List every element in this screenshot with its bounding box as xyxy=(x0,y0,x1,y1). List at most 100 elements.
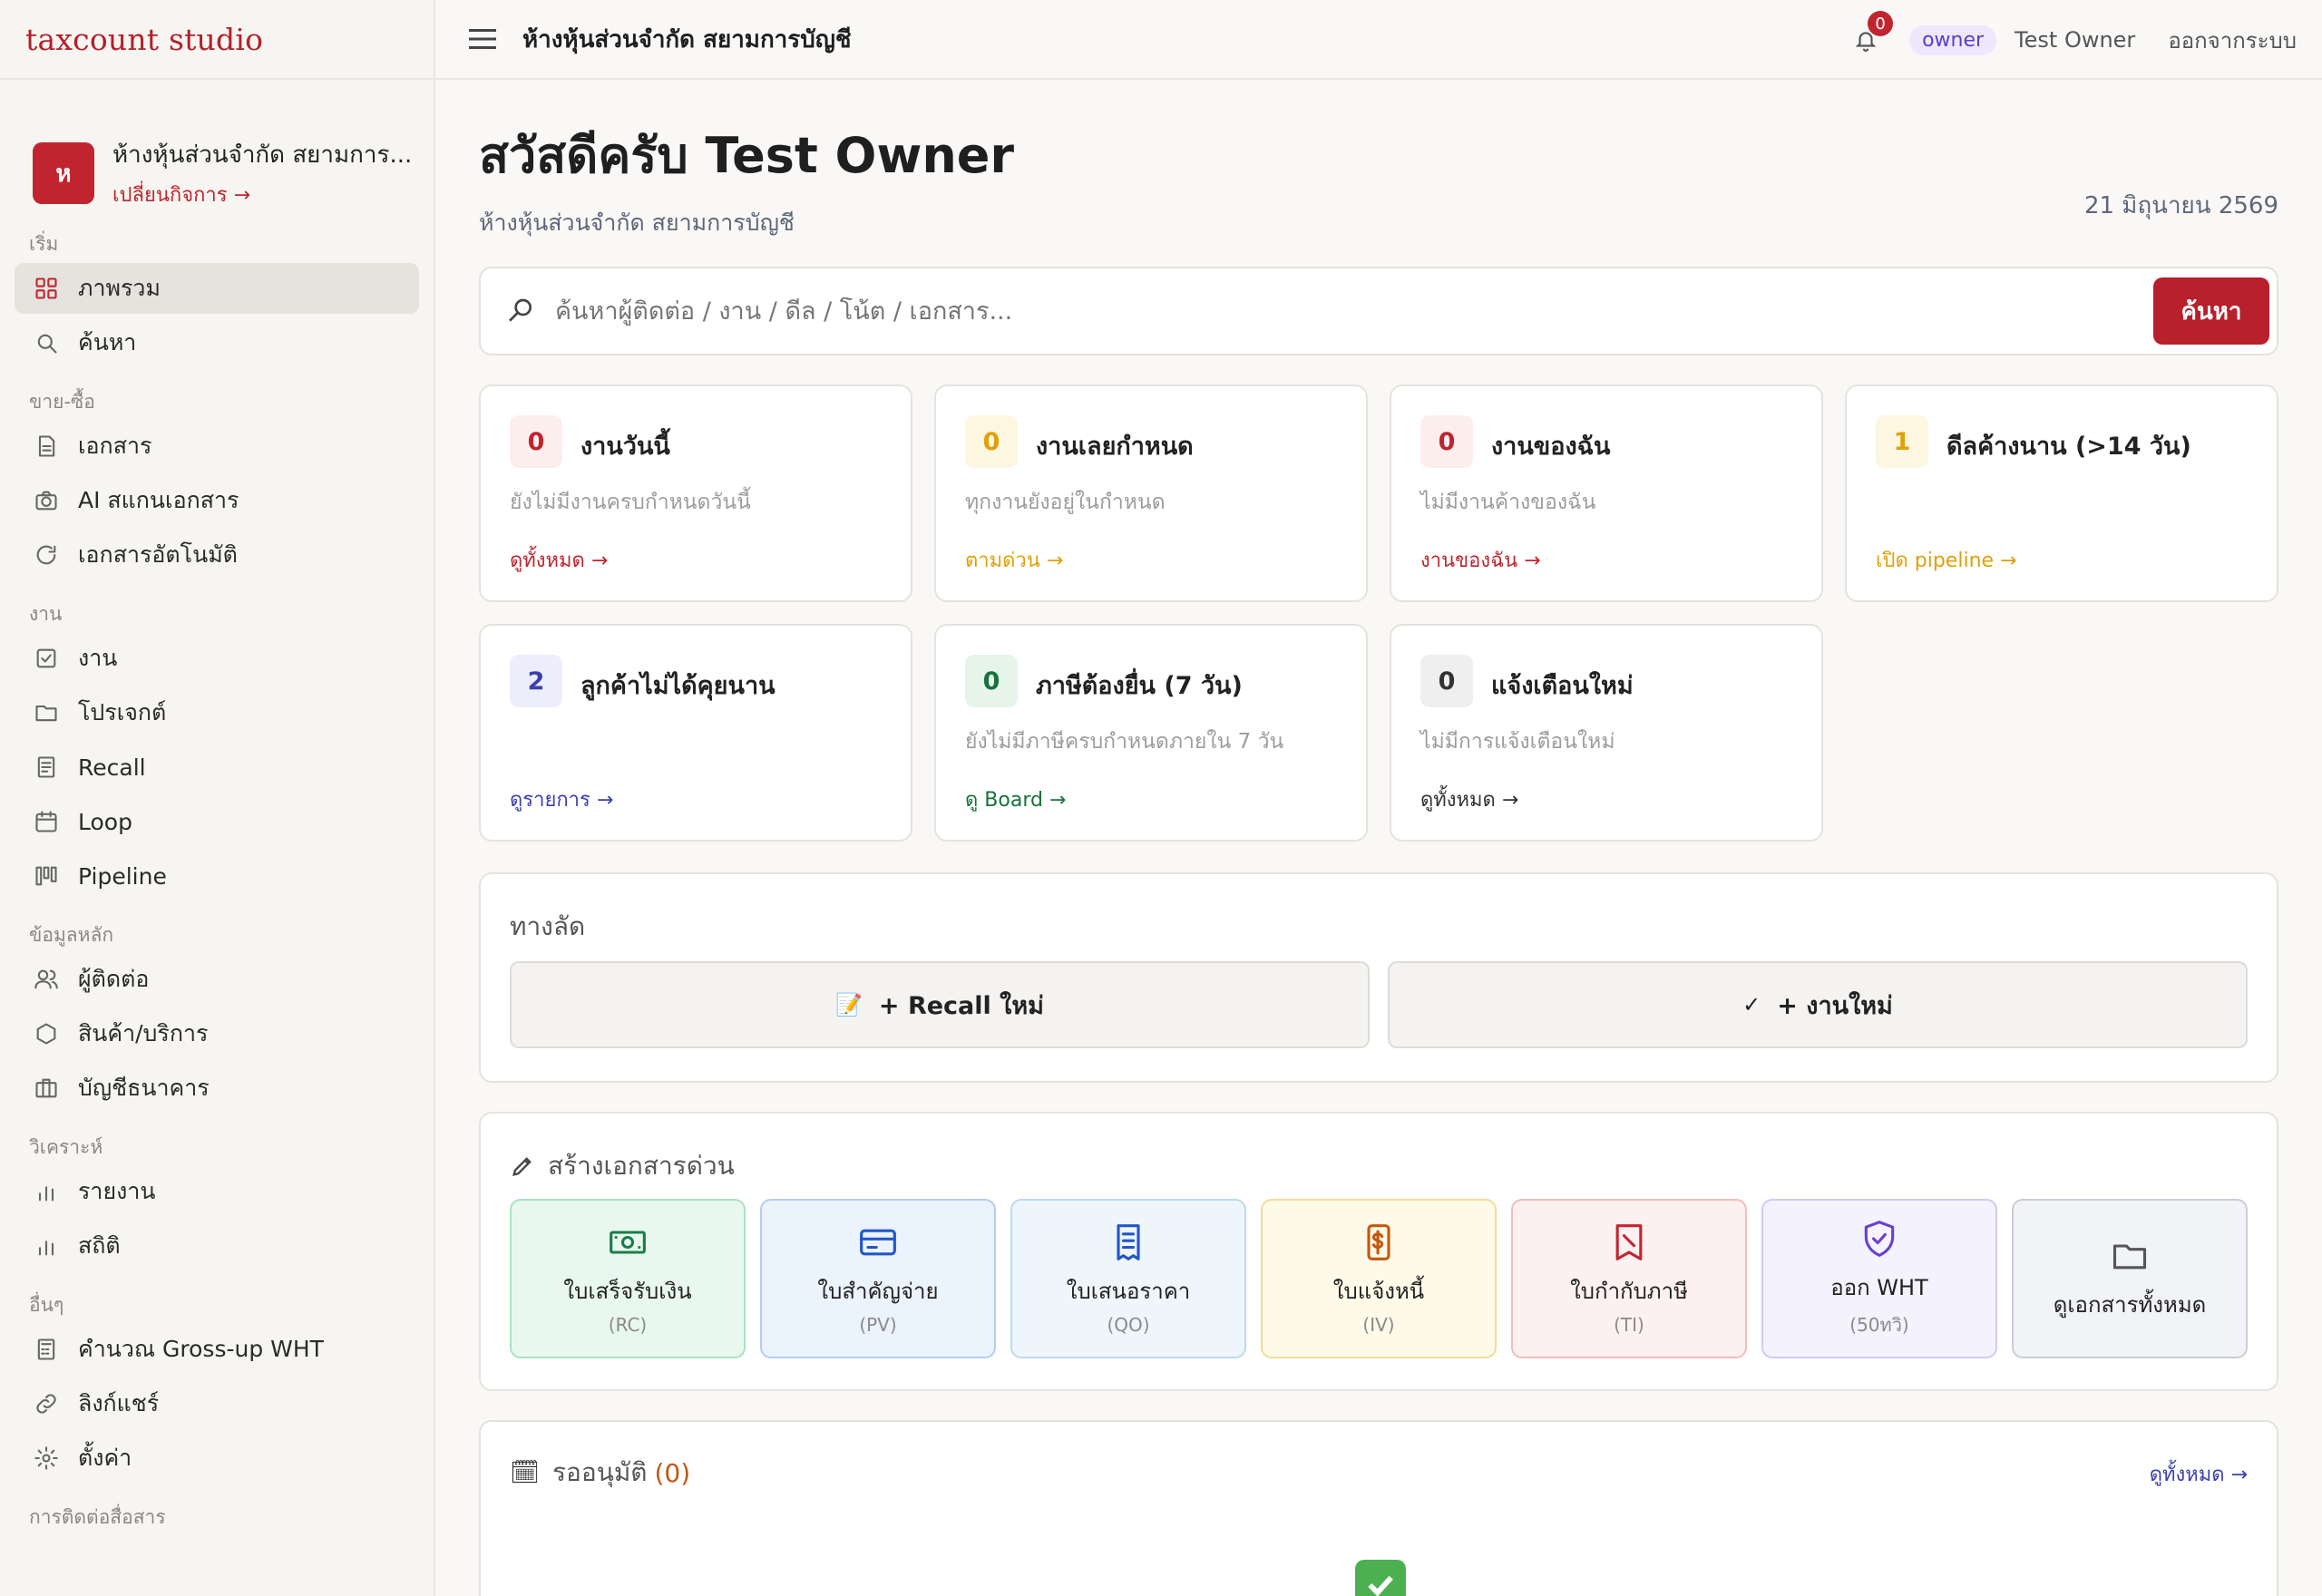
stat-cards: 0 งานวันนี้ยังไม่มีงานครบกำหนดวันนี้ดูทั้… xyxy=(479,384,2278,843)
approvals-panel: 🗓 รออนุมัติ (0) ดูทั้งหมด → xyxy=(479,1420,2278,1596)
quick-doc-label: ดูเอกสารทั้งหมด xyxy=(2053,1291,2207,1318)
sidebar-item-0-1[interactable]: ค้นหา xyxy=(15,317,419,368)
folder-icon xyxy=(2112,1243,2147,1269)
sidebar-item-label: โปรเจกต์ xyxy=(78,699,167,725)
sidebar-item-5-1[interactable]: ลิงก์แชร์ xyxy=(15,1378,419,1429)
stat-title: งานเลยกำหนด xyxy=(1036,433,1194,461)
credit-card-icon xyxy=(860,1229,896,1255)
stat-card: 1 ดีลค้างนาน (>14 วัน) เปิด pipeline → xyxy=(1845,384,2278,602)
search-input[interactable] xyxy=(555,297,1734,326)
sidebar: taxcount studio ห ห้างหุ้นส่วนจำกัด สยาม… xyxy=(0,0,435,1596)
sidebar-item-label: Pipeline xyxy=(78,862,167,890)
search-icon xyxy=(37,334,57,354)
sidebar-item-1-0[interactable]: เอกสาร xyxy=(15,421,419,472)
approvals-count: (0) xyxy=(654,1457,691,1488)
quick-doc-tile[interactable]: ใบกำกับภาษี (TI) xyxy=(1511,1199,1747,1358)
stat-description: ยังไม่มีงานครบกำหนดวันนี้ xyxy=(510,491,751,514)
sidebar-item-2-3[interactable]: Loop xyxy=(15,796,419,847)
quick-doc-code: (50ทวิ) xyxy=(1849,1313,1909,1336)
quick-doc-tile[interactable]: ใบเสนอราคา (QO) xyxy=(1010,1199,1246,1358)
business-switcher[interactable]: ห ห้างหุ้นส่วนจำกัด สยามการ... เปลี่ยนกิ… xyxy=(0,80,434,230)
sidebar-item-label: ค้นหา xyxy=(78,329,137,355)
quick-doc-label: ออก WHT xyxy=(1830,1274,1928,1300)
global-search: ค้นหา xyxy=(479,267,2278,355)
tax-invoice-icon xyxy=(1615,1223,1643,1260)
quick-doc-tile[interactable]: ใบแจ้งหนี้ (IV) xyxy=(1261,1199,1497,1358)
sidebar-item-2-4[interactable]: Pipeline xyxy=(15,851,419,901)
stat-link[interactable]: ดู Board → xyxy=(965,783,1066,815)
dashboard: สวัสดีครับ Test Owner ห้างหุ้นส่วนจำกัด … xyxy=(479,80,2278,1596)
notifications-button[interactable]: 0 xyxy=(1849,11,1894,56)
sidebar-item-4-1[interactable]: สถิติ xyxy=(15,1221,419,1271)
quick-doc-tile[interactable]: ออก WHT (50ทวิ) xyxy=(1761,1199,1997,1358)
new-task-button[interactable]: ✓ + งานใหม่ xyxy=(1388,961,2248,1048)
logout-link[interactable]: ออกจากระบบ xyxy=(2168,23,2297,58)
stat-count: 2 xyxy=(510,655,562,707)
stat-card: 2 ลูกค้าไม่ได้คุยนานดูรายการ → xyxy=(479,624,912,842)
invoice-icon xyxy=(1367,1223,1390,1260)
quick-doc-code: (QO) xyxy=(1107,1313,1150,1336)
brand-logo[interactable]: taxcount studio xyxy=(0,0,434,80)
sidebar-item-3-2[interactable]: บัญชีธนาคาร xyxy=(15,1063,419,1114)
gear-icon xyxy=(34,1446,58,1470)
sidebar-item-5-2[interactable]: ตั้งค่า xyxy=(15,1433,419,1484)
sidebar-nav: เริ่ม ภาพรวม ค้นหา ขาย-ซื้อ เอกสาร AI สแกนเอก… xyxy=(0,230,434,1531)
stat-count: 0 xyxy=(1420,415,1473,468)
sidebar-item-2-1[interactable]: โปรเจกต์ xyxy=(15,687,419,738)
stat-link[interactable]: ดูทั้งหมด → xyxy=(1420,783,1518,815)
sidebar-item-0-0[interactable]: ภาพรวม xyxy=(15,263,419,314)
sidebar-item-label: ผู้ติดต่อ xyxy=(78,966,150,992)
business-name: ห้างหุ้นส่วนจำกัด สยามการ... xyxy=(112,141,413,169)
stat-link[interactable]: ดูรายการ → xyxy=(510,783,613,815)
stat-count: 0 xyxy=(1420,655,1473,707)
nav-section-label: เริ่ม xyxy=(29,232,59,255)
sidebar-item-label: สถิติ xyxy=(78,1232,121,1259)
menu-toggle-button[interactable] xyxy=(464,21,501,57)
nav-section-label: อื่นๆ xyxy=(29,1293,64,1316)
switch-business-link[interactable]: เปลี่ยนกิจการ → xyxy=(112,179,412,210)
quick-docs-panel: สร้างเอกสารด่วน ใบเสร็จรับเงิน (RC) ใบสำคั… xyxy=(479,1112,2278,1391)
sidebar-item-3-1[interactable]: สินค้า/บริการ xyxy=(15,1008,419,1059)
user-name: Test Owner xyxy=(2015,27,2136,53)
stat-count: 0 xyxy=(965,415,1018,468)
link-icon xyxy=(36,1394,56,1414)
nav-section-label: วิเคราะห์ xyxy=(29,1135,103,1158)
quick-doc-tile[interactable]: ใบสำคัญจ่าย (PV) xyxy=(760,1199,996,1358)
hamburger-icon xyxy=(469,29,496,49)
approvals-view-all-link[interactable]: ดูทั้งหมด → xyxy=(2150,1458,2248,1490)
quick-docs-title: สร้างเอกสารด่วน xyxy=(548,1151,735,1181)
sidebar-item-1-2[interactable]: เอกสารอัตโนมัติ xyxy=(15,530,419,580)
sidebar-item-1-1[interactable]: AI สแกนเอกสาร xyxy=(15,475,419,526)
stat-card: 0 งานของฉัน ไม่มีงานค้างของฉัน งานของฉัน → xyxy=(1390,384,1823,602)
sidebar-item-label: Loop xyxy=(78,808,132,835)
bar-chart-icon xyxy=(38,1186,54,1202)
stat-count: 0 xyxy=(510,415,562,468)
approvals-title: รออนุมัติ xyxy=(552,1457,648,1487)
search-button[interactable]: ค้นหา xyxy=(2153,277,2269,345)
current-date: 21 มิถุนายน 2569 xyxy=(2083,192,2278,219)
sidebar-item-2-2[interactable]: Recall xyxy=(15,742,419,793)
quick-doc-tile[interactable]: ใบเสร็จรับเงิน (RC) xyxy=(510,1199,746,1358)
sidebar-item-3-0[interactable]: ผู้ติดต่อ xyxy=(15,954,419,1005)
stat-link[interactable]: ตามด่วน → xyxy=(965,544,1063,576)
quick-doc-tile[interactable]: ดูเอกสารทั้งหมด xyxy=(2012,1199,2248,1358)
bank-icon xyxy=(35,1078,57,1098)
receipt-icon xyxy=(1117,1223,1140,1260)
nav-section-label: งาน xyxy=(29,602,63,625)
brand-name: taxcount studio xyxy=(25,21,264,57)
stat-link[interactable]: เปิด pipeline → xyxy=(1876,544,2016,576)
new-recall-button[interactable]: 📝 + Recall ใหม่ xyxy=(510,961,1370,1048)
stat-title: ลูกค้าไม่ได้คุยนาน xyxy=(580,672,776,700)
sidebar-item-2-0[interactable]: งาน xyxy=(15,633,419,684)
sidebar-item-label: สินค้า/บริการ xyxy=(78,1020,209,1046)
check-icon: ✓ xyxy=(1742,992,1761,1017)
stat-link[interactable]: งานของฉัน → xyxy=(1420,544,1541,576)
stat-title: งานวันนี้ xyxy=(580,433,670,461)
sidebar-item-label: ตั้งค่า xyxy=(78,1445,132,1471)
refresh-icon xyxy=(36,545,56,565)
sidebar-item-label: ภาพรวม xyxy=(78,275,161,301)
stat-link[interactable]: ดูทั้งหมด → xyxy=(510,544,608,576)
sidebar-item-5-0[interactable]: คำนวณ Gross-up WHT xyxy=(15,1324,419,1375)
sidebar-item-4-0[interactable]: รายงาน xyxy=(15,1166,419,1217)
camera-icon xyxy=(35,491,57,511)
